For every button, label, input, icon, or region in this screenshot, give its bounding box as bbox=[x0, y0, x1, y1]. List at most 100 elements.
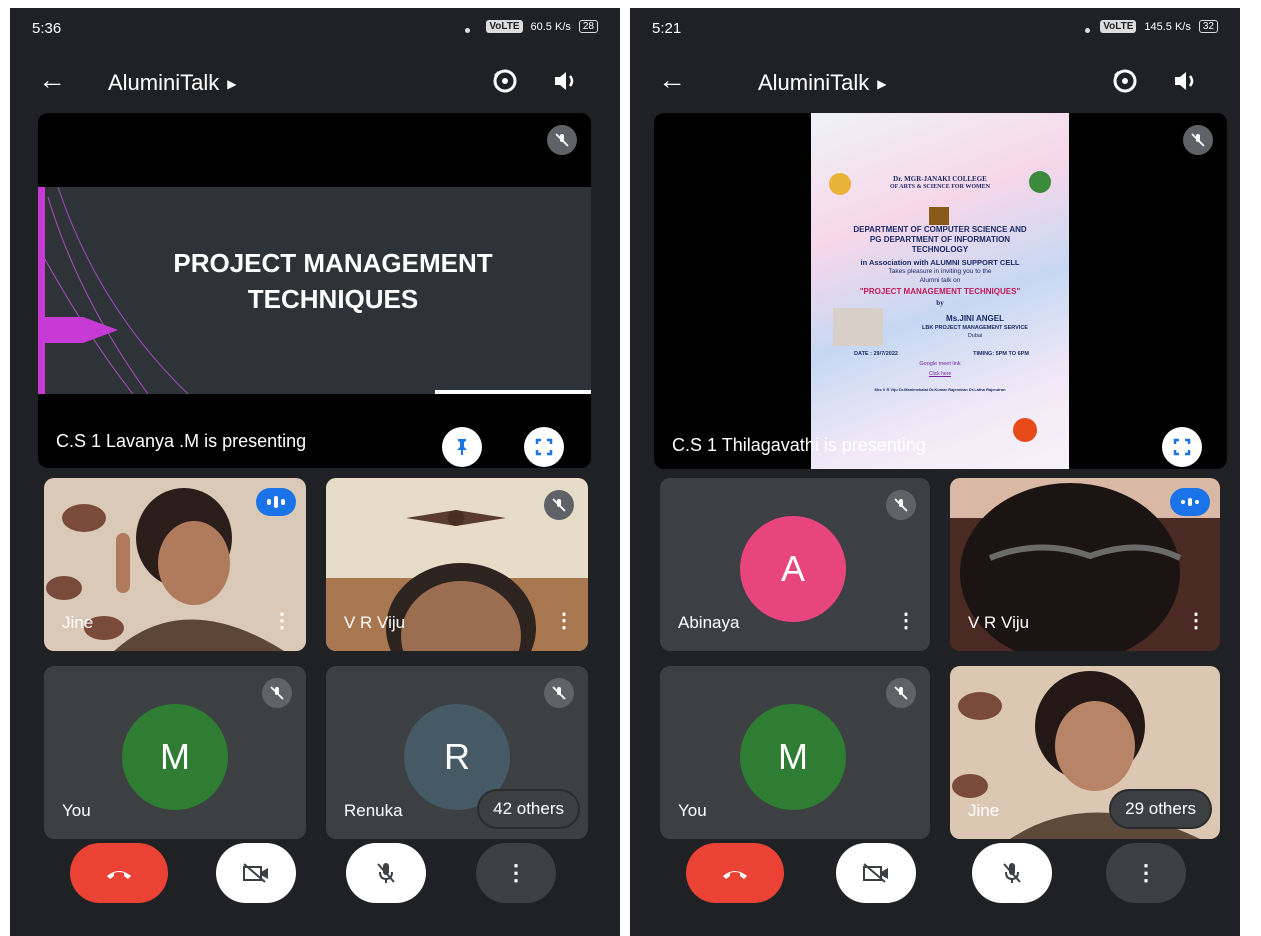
poster-date: DATE : 29/7/2022 bbox=[854, 351, 898, 357]
presenting-label: C.S 1 Lavanya .M is presenting bbox=[56, 431, 307, 451]
mic-toggle-button[interactable] bbox=[972, 843, 1052, 903]
poster-speaker-name: Ms.JINI ANGEL bbox=[946, 314, 1004, 323]
caret-right-icon: ▶ bbox=[877, 77, 887, 92]
mic-toggle-button[interactable] bbox=[346, 843, 426, 903]
poster-footer: Mrs V R Viju Dr.Manimekalai Dr.Kumar Raj… bbox=[874, 387, 1006, 392]
participant-tile[interactable]: V R Viju ⋮ bbox=[326, 478, 588, 651]
speaker-photo bbox=[833, 308, 883, 346]
call-header: ← AluminiTalk ▶ bbox=[630, 58, 1240, 106]
more-options-icon[interactable]: ⋮ bbox=[554, 608, 574, 633]
call-header: ← AluminiTalk ▶ bbox=[10, 58, 620, 106]
participant-tile[interactable]: R Renuka 42 others bbox=[326, 666, 588, 839]
fullscreen-icon bbox=[1173, 438, 1191, 456]
participant-tile[interactable]: Jine ⋮ bbox=[44, 478, 306, 651]
back-arrow-icon[interactable]: ← bbox=[658, 64, 686, 96]
mic-off-icon bbox=[1003, 863, 1021, 883]
poster-timing: TIMING: 5PM TO 6PM bbox=[973, 351, 1029, 357]
avatar: M bbox=[740, 704, 846, 810]
flip-camera-icon[interactable] bbox=[1110, 66, 1140, 96]
camera-off-icon bbox=[243, 863, 268, 883]
notification-dot bbox=[465, 28, 470, 33]
more-options-icon[interactable]: ⋮ bbox=[1186, 608, 1206, 633]
pin-icon bbox=[457, 439, 467, 455]
speaking-indicator-icon bbox=[256, 488, 296, 516]
participant-name: Jine bbox=[62, 613, 94, 632]
pin-button[interactable] bbox=[442, 427, 482, 467]
fullscreen-button[interactable] bbox=[1162, 427, 1202, 467]
more-options-icon[interactable]: ⋮ bbox=[272, 608, 292, 633]
end-call-button[interactable] bbox=[70, 843, 168, 903]
caret-right-icon: ▶ bbox=[227, 77, 237, 92]
poster-dept-line1: DEPARTMENT OF COMPUTER SCIENCE AND bbox=[853, 225, 1027, 234]
network-speed: 60.5 K/s bbox=[530, 20, 571, 33]
muted-mic-icon bbox=[547, 125, 577, 155]
participant-tile[interactable]: V R Viju ⋮ bbox=[950, 478, 1220, 651]
muted-mic-icon bbox=[886, 490, 916, 520]
avatar: M bbox=[122, 704, 228, 810]
battery-level: 28 bbox=[578, 20, 598, 33]
participant-name: V R Viju bbox=[344, 613, 406, 632]
shared-poster: Dr. MGR-JANAKI COLLEGE OF ARTS & SCIENCE… bbox=[811, 113, 1069, 469]
poster-by: by bbox=[936, 299, 944, 307]
network-speed: 145.5 K/s bbox=[1144, 20, 1191, 33]
more-vert-icon: ⋮ bbox=[505, 860, 527, 885]
dept-emblem bbox=[929, 207, 949, 225]
muted-mic-icon bbox=[886, 678, 916, 708]
mic-off-icon bbox=[377, 863, 395, 883]
status-bar: 5:36 VoLTE 60.5 K/s 28 bbox=[10, 8, 620, 52]
fullscreen-button[interactable] bbox=[524, 427, 564, 467]
participant-name: You bbox=[678, 801, 707, 820]
camera-toggle-button[interactable] bbox=[216, 843, 296, 903]
others-count-button[interactable]: 42 others bbox=[479, 791, 578, 827]
presentation-tile[interactable]: Dr. MGR-JANAKI COLLEGE OF ARTS & SCIENCE… bbox=[654, 113, 1227, 469]
avatar: A bbox=[740, 516, 846, 622]
participant-name: Renuka bbox=[344, 801, 403, 820]
poster-click-link[interactable]: Click here bbox=[811, 371, 1069, 377]
left-phone-screen: 5:36 VoLTE 60.5 K/s 28 ← AluminiTalk▶ P bbox=[10, 8, 620, 936]
poster-association: in Association with ALUMNI SUPPORT CELL bbox=[860, 258, 1020, 267]
more-actions-button[interactable]: ⋮ bbox=[476, 843, 556, 903]
fullscreen-icon bbox=[535, 438, 553, 456]
participant-name: You bbox=[62, 801, 91, 820]
meeting-title[interactable]: AluminiTalk ▶ bbox=[758, 70, 887, 96]
participant-tile[interactable]: Jine 29 others bbox=[950, 666, 1220, 839]
participant-tile[interactable]: A Abinaya ⋮ bbox=[660, 478, 930, 651]
more-vert-icon: ⋮ bbox=[1135, 860, 1157, 885]
more-options-icon[interactable]: ⋮ bbox=[896, 608, 916, 633]
volte-badge: VoLTE bbox=[1100, 20, 1137, 33]
presenting-label: C.S 1 Thilagavathi is presenting bbox=[672, 435, 926, 455]
participant-name: V R Viju bbox=[968, 613, 1030, 632]
poster-city: Dubai bbox=[967, 333, 983, 339]
flip-camera-icon[interactable] bbox=[490, 66, 520, 96]
slide-title: PROJECT MANAGEMENT TECHNIQUES bbox=[173, 248, 493, 314]
status-time: 5:36 bbox=[32, 20, 62, 37]
speaker-icon[interactable] bbox=[1170, 66, 1200, 96]
more-actions-button[interactable]: ⋮ bbox=[1106, 843, 1186, 903]
notification-dot bbox=[1085, 28, 1090, 33]
speaker-icon[interactable] bbox=[550, 66, 580, 96]
hang-up-icon bbox=[723, 871, 747, 879]
back-arrow-icon[interactable]: ← bbox=[38, 64, 66, 96]
poster-invite1: Takes pleasure in inviting you to the bbox=[888, 268, 992, 275]
others-count-button[interactable]: 29 others bbox=[1111, 791, 1210, 827]
poster-talk-title: "PROJECT MANAGEMENT TECHNIQUES" bbox=[859, 287, 1021, 296]
hang-up-icon bbox=[107, 871, 131, 879]
participant-name: Abinaya bbox=[678, 613, 740, 632]
camera-off-icon bbox=[863, 863, 888, 883]
camera-toggle-button[interactable] bbox=[836, 843, 916, 903]
muted-mic-icon bbox=[544, 678, 574, 708]
meeting-title[interactable]: AluminiTalk ▶ bbox=[108, 70, 237, 96]
college-logo-left bbox=[829, 173, 851, 195]
participant-tile-self[interactable]: M You bbox=[660, 666, 930, 839]
shared-slide: PROJECT MANAGEMENT TECHNIQUES bbox=[38, 187, 591, 394]
muted-mic-icon bbox=[1183, 125, 1213, 155]
volte-badge: VoLTE bbox=[486, 20, 523, 33]
participant-tile-self[interactable]: M You bbox=[44, 666, 306, 839]
right-phone-screen: 5:21 VoLTE 145.5 K/s 32 ← AluminiTalk ▶ D… bbox=[630, 8, 1240, 936]
presentation-tile[interactable]: PROJECT MANAGEMENT TECHNIQUES C.S 1 Lava… bbox=[38, 113, 591, 468]
end-call-button[interactable] bbox=[686, 843, 784, 903]
poster-invite2: Alumni talk on bbox=[919, 277, 961, 284]
participant-name: Jine bbox=[968, 801, 1000, 820]
poster-dept-line3: TECHNOLOGY bbox=[911, 245, 969, 254]
share-bubble-icon[interactable] bbox=[1013, 418, 1037, 442]
